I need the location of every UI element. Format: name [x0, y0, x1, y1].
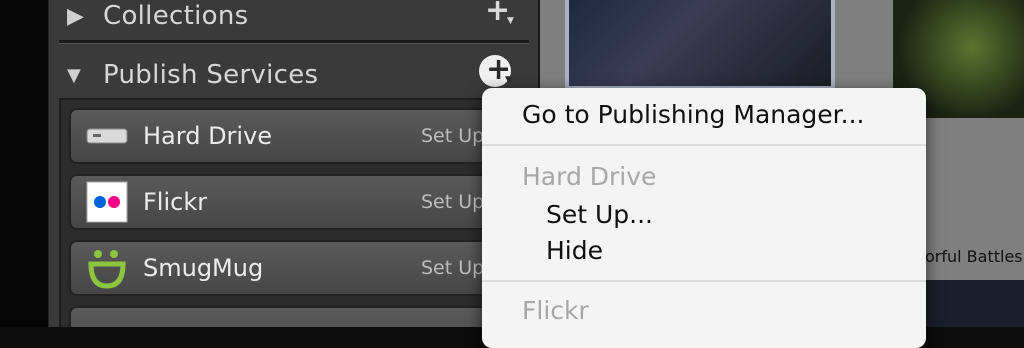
left-panel: ▶ Collections + ▼ ▼ Publish Services + ▼… [48, 0, 540, 327]
service-name: SmugMug [143, 254, 264, 282]
hard-drive-heading: Hard Drive [522, 162, 657, 191]
photo-thumbnail[interactable] [565, 0, 835, 90]
publish-services-title: Publish Services [103, 60, 319, 90]
publish-services-header[interactable]: ▼ Publish Services + ▼ [59, 53, 529, 95]
collections-title: Collections [103, 1, 249, 31]
service-name: Hard Drive [143, 122, 273, 150]
collections-header[interactable]: ▶ Collections + ▼ [59, 0, 529, 36]
service-name: Flickr [143, 188, 208, 216]
service-hard-drive[interactable]: Hard Drive Set Up [69, 108, 538, 164]
dropdown-caret-icon: ▼ [505, 75, 512, 85]
dropdown-caret-icon: ▼ [507, 16, 514, 26]
expand-arrow-icon[interactable]: ▶ [59, 4, 93, 29]
hide-item[interactable]: Hide [546, 236, 603, 265]
add-publish-service-button[interactable]: + ▼ [479, 53, 519, 91]
photo-caption: orful Battles [925, 247, 1023, 266]
photo-thumbnail[interactable] [925, 280, 1024, 327]
service-smugmug[interactable]: SmugMug Set Up [69, 240, 538, 296]
go-to-publishing-manager-item[interactable]: Go to Publishing Manager... [522, 100, 865, 129]
window-left-edge [0, 0, 48, 327]
set-up-item[interactable]: Set Up... [546, 200, 653, 229]
service-partial[interactable] [69, 306, 538, 327]
section-divider [59, 40, 529, 44]
add-collection-button[interactable]: + ▼ [485, 0, 519, 32]
service-flickr[interactable]: Flickr Set Up [69, 174, 538, 230]
flickr-icon [85, 180, 129, 224]
set-up-link[interactable]: Set Up [421, 125, 484, 147]
hard-drive-icon [85, 114, 129, 158]
flickr-heading: Flickr [522, 296, 589, 325]
menu-separator [482, 280, 926, 282]
smugmug-icon [85, 246, 129, 290]
set-up-link[interactable]: Set Up [421, 191, 484, 213]
publish-services-menu: Go to Publishing Manager... Hard Drive S… [482, 88, 926, 348]
set-up-link[interactable]: Set Up [421, 257, 484, 279]
menu-separator [482, 144, 926, 146]
collapse-arrow-icon[interactable]: ▼ [59, 65, 93, 86]
publish-services-list: Hard Drive Set Up Flickr Set Up SmugMug … [59, 98, 538, 327]
